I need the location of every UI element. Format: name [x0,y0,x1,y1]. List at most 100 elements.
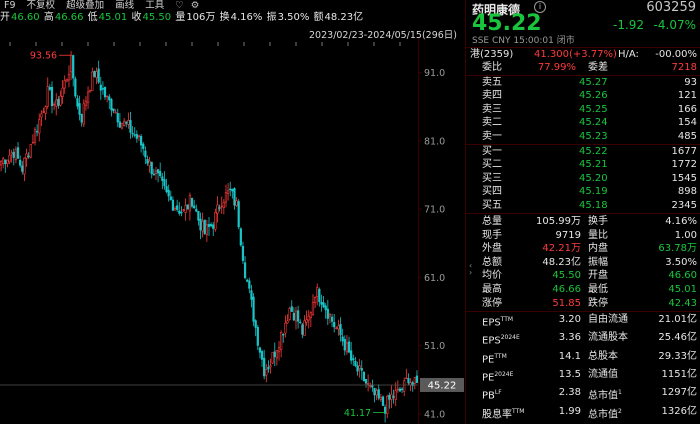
candle-body [288,308,291,320]
candle-body [101,88,105,90]
ask-level-1[interactable]: 卖一 45.23 485 [466,130,700,144]
ohlc-stats-bar: 开46.60 高46.66 低45.01 收45.50 量106万 换4.16%… [0,11,465,25]
candle-body [46,86,49,107]
candle-body [218,207,221,209]
toolbar-item-overlay[interactable]: 超级叠加 [66,0,104,11]
price-change-pct: -4.07% [653,18,696,32]
stat-label: 振幅 [588,256,608,268]
candle-body [6,159,9,164]
heart-icon[interactable]: ♡ [175,0,184,11]
candle-body [260,351,264,360]
candle-body [135,134,138,139]
ask-level-5[interactable]: 卖五 45.27 93 [466,76,700,90]
fundamental-row[interactable]: PBLF 2.38 总市值1 1297亿 [466,386,700,402]
exchange: SSE [472,36,490,46]
fundamental-row[interactable]: PETTM 14.1 总股本 29.33亿 [466,350,700,365]
hk-row[interactable]: 港(2359) 41.300(+3.77%) H/A: -00.00% [466,48,700,62]
bid-volume: 2345 [671,199,697,211]
fund-label-superscript: 2 [618,407,622,415]
stat-value: 3.50% [665,256,697,268]
y-tick-label: 41.0 [424,409,445,420]
kline-chart[interactable]: 91.0 81.0 71.0 61.0 51.0 41.0 45.22 93.56 41.17 [0,0,465,424]
ask-label: 卖一 [482,130,502,142]
fundamental-row[interactable]: 股息率TTM 1.99 总市值2 1326亿 [466,405,700,420]
candle-body [379,397,382,400]
stat-row[interactable]: 现手 9719 量比 1.00 [466,229,700,243]
candle-body [250,290,253,300]
ratio-value: 77.99% [537,62,576,73]
turnover-label: 换 [219,12,230,23]
candle-body [38,119,41,134]
stat-row[interactable]: 涨停 51.85 跌停 42.43 [466,297,700,311]
stock-code: 603259 [646,0,696,15]
candle-body [169,196,172,201]
candle-body [163,179,166,187]
f9-button[interactable]: F9 [4,0,16,11]
candle-body [95,71,98,78]
kline-chart-panel[interactable]: 91.0 81.0 71.0 61.0 51.0 41.0 45.22 93.56 41.17 … [0,0,465,424]
candle-body [173,208,177,211]
fundamental-row[interactable]: EPS2024E 3.36 流通股本 25.46亿 [466,331,700,346]
candle-body [76,98,79,107]
max-price-label: 93.56 [30,51,57,62]
bid-price: 45.19 [579,186,608,198]
candle-body [29,144,32,158]
toolbar-item-draw[interactable]: 画线 [115,0,134,11]
collapse-arrows-icon[interactable]: ‹ › [469,262,477,277]
candle-body [161,176,164,181]
candle-body [403,380,406,392]
stat-label: 换手 [588,216,608,227]
candle-body [341,336,344,342]
ask-price: 45.27 [579,77,608,88]
bid-level-1[interactable]: 买一 45.22 1677 [466,145,700,159]
ask-level-4[interactable]: 卖四 45.26 121 [466,89,700,103]
ask-level-3[interactable]: 卖三 45.25 166 [466,103,700,117]
candle-body [21,165,24,172]
candle-body [12,151,15,158]
candle-body [267,366,270,370]
candle-body [381,396,385,406]
candle-body [243,262,247,279]
fund-value: 13.5 [558,368,581,380]
candle-body [216,204,219,214]
candle-body [133,134,136,136]
low-label: 低 [87,12,98,23]
bid-level-3[interactable]: 买三 45.20 1545 [466,172,700,186]
candle-body [150,161,153,175]
fund-label: PBLF [482,389,502,402]
bid-price: 45.20 [579,172,608,184]
ask-level-2[interactable]: 卖二 45.24 154 [466,116,700,130]
candle-body [322,302,325,308]
toolbar-item-no-adjust[interactable]: 不复权 [27,0,56,11]
fundamental-row[interactable]: PE2024E 13.5 流通值 1151亿 [466,368,700,383]
stat-row[interactable]: 总额 48.23亿 振幅 3.50% [466,256,700,270]
ha-label: H/A: [618,49,639,60]
stat-row[interactable]: 外盘 42.21万 内盘 63.78万 [466,242,700,256]
gear-icon[interactable]: ⚙ [191,0,200,11]
candle-body [273,351,276,357]
candle-body [297,310,300,322]
fundamental-row[interactable]: EPSTTM 3.20 自由流通 21.01亿 [466,313,700,328]
candle-body [375,390,378,396]
candle-body [36,130,39,133]
fund-label: PETTM [482,352,507,365]
stat-row[interactable]: 均价 45.50 开盘 46.60 [466,269,700,283]
y-tick-label: 81.0 [424,136,445,147]
candle-body [182,209,185,211]
stat-row[interactable]: 最高 46.66 最低 45.01 [466,283,700,297]
stat-label: 均价 [482,270,502,282]
candle-body [352,358,355,361]
toolbar-item-tools[interactable]: 工具 [145,0,164,11]
bid-level-4[interactable]: 买四 45.19 898 [466,185,700,199]
stat-label: 开盘 [588,270,608,282]
high-value: 46.66 [54,12,84,23]
bid-level-5[interactable]: 买五 45.18 2345 [466,199,700,213]
fund-value: 2.38 [558,387,581,399]
bid-level-2[interactable]: 买二 45.21 1772 [466,158,700,172]
bid-price: 45.21 [579,159,608,171]
candle-body [61,87,64,97]
bid-price: 45.18 [579,199,608,211]
stat-label: 现手 [482,229,502,241]
y-tick-label: 71.0 [424,205,445,216]
stat-row[interactable]: 总量 105.99万 换手 4.16% [466,215,700,229]
